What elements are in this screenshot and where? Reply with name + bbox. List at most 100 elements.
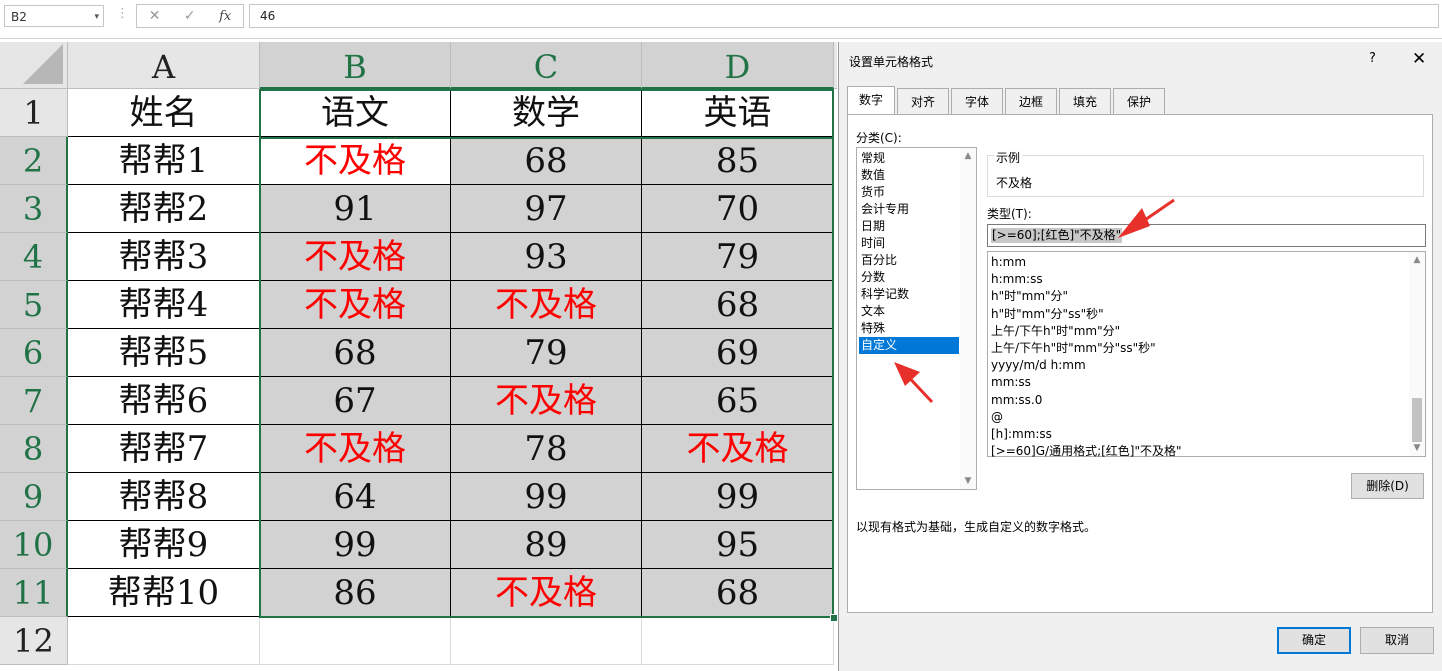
cell-c1[interactable]: 数学 [451,89,642,137]
cell-a12[interactable] [68,617,260,665]
delete-button[interactable]: 删除(D) [1351,473,1424,499]
name-box[interactable]: B2 ▾ [4,5,104,27]
cell-b7[interactable]: 67 [260,377,451,425]
cell-c9[interactable]: 99 [451,473,642,521]
close-button[interactable]: ✕ [1412,49,1426,69]
cell-c4[interactable]: 93 [451,233,642,281]
cell-c5[interactable]: 不及格 [451,281,642,329]
column-header-d[interactable]: D [642,42,834,89]
cell-b5[interactable]: 不及格 [260,281,451,329]
chevron-down-icon[interactable]: ▾ [94,6,99,28]
category-item[interactable]: 百分比 [859,252,959,269]
cell-d12[interactable] [642,617,834,665]
column-header-b[interactable]: B [260,42,451,89]
row-header-10[interactable]: 10 [0,521,68,569]
category-item[interactable]: 时间 [859,235,959,252]
tab-font[interactable]: 字体 [951,88,1003,114]
insert-function-icon[interactable]: fx [219,9,231,24]
category-item[interactable]: 日期 [859,218,959,235]
cell-c11[interactable]: 不及格 [451,569,642,617]
scroll-down-icon[interactable]: ▼ [1409,440,1425,456]
cell-c10[interactable]: 89 [451,521,642,569]
cell-d5[interactable]: 68 [642,281,834,329]
formula-input[interactable]: 46 [249,4,1439,28]
cell-b6[interactable]: 68 [260,329,451,377]
type-list-item[interactable]: h:mm:ss [991,271,1043,288]
cancel-icon[interactable]: ✕ [149,8,161,24]
row-header-7[interactable]: 7 [0,377,68,425]
cell-a4[interactable]: 帮帮3 [68,233,260,281]
fill-handle[interactable] [830,614,837,622]
scroll-down-icon[interactable]: ▼ [960,473,976,489]
tab-protection[interactable]: 保护 [1113,88,1165,114]
category-item[interactable]: 常规 [859,150,959,167]
cell-a9[interactable]: 帮帮8 [68,473,260,521]
type-list-item[interactable]: [>=60]G/通用格式;[红色]"不及格" [991,443,1182,460]
row-header-9[interactable]: 9 [0,473,68,521]
cancel-button[interactable]: 取消 [1360,627,1434,654]
scroll-up-icon[interactable]: ▲ [1409,252,1425,268]
cell-a3[interactable]: 帮帮2 [68,185,260,233]
type-list-item[interactable]: mm:ss [991,374,1031,391]
tab-alignment[interactable]: 对齐 [897,88,949,114]
cell-b12[interactable] [260,617,451,665]
cell-d10[interactable]: 95 [642,521,834,569]
category-item[interactable]: 文本 [859,303,959,320]
cell-c6[interactable]: 79 [451,329,642,377]
row-header-8[interactable]: 8 [0,425,68,473]
row-header-4[interactable]: 4 [0,233,68,281]
tab-number[interactable]: 数字 [847,86,895,114]
cell-b1[interactable]: 语文 [260,89,451,137]
scroll-up-icon[interactable]: ▲ [960,148,976,164]
scroll-thumb[interactable] [1412,398,1422,442]
row-header-3[interactable]: 3 [0,185,68,233]
column-header-c[interactable]: C [451,42,642,89]
enter-icon[interactable]: ✓ [184,8,196,24]
type-list-item[interactable]: mm:ss.0 [991,392,1042,409]
type-list-item[interactable]: h"时"mm"分" [991,288,1068,305]
tab-fill[interactable]: 填充 [1059,88,1111,114]
row-header-5[interactable]: 5 [0,281,68,329]
select-all-corner[interactable] [0,42,68,89]
cell-d6[interactable]: 69 [642,329,834,377]
type-input[interactable]: [>=60];[红色]"不及格" [987,224,1426,247]
category-list[interactable]: ▲ ▼ 常规 数值 货币 会计专用 日期 时间 百分比 分数 科学记数 文本 特殊 自定义 [856,147,977,490]
cell-d2[interactable]: 85 [642,137,834,185]
cell-a6[interactable]: 帮帮5 [68,329,260,377]
tab-border[interactable]: 边框 [1005,88,1057,114]
type-list[interactable]: ▲ ▼ h:mm h:mm:ss h"时"mm"分" h"时"mm"分"ss"秒" 上午… [987,251,1426,460]
cell-d7[interactable]: 65 [642,377,834,425]
cell-d3[interactable]: 70 [642,185,834,233]
cell-a11[interactable]: 帮帮10 [68,569,260,617]
type-list-item[interactable]: h:mm [991,254,1026,271]
cell-c7[interactable]: 不及格 [451,377,642,425]
cell-b2[interactable]: 不及格 [260,137,451,185]
row-header-11[interactable]: 11 [0,569,68,617]
type-list-item[interactable]: yyyy/m/d h:mm [991,357,1086,374]
cell-a1[interactable]: 姓名 [68,89,260,137]
cell-b9[interactable]: 64 [260,473,451,521]
cell-a8[interactable]: 帮帮7 [68,425,260,473]
type-list-item[interactable]: h"时"mm"分"ss"秒" [991,306,1104,323]
cell-a10[interactable]: 帮帮9 [68,521,260,569]
type-list-item[interactable]: 上午/下午h"时"mm"分"ss"秒" [991,340,1156,357]
cell-c8[interactable]: 78 [451,425,642,473]
category-item[interactable]: 货币 [859,184,959,201]
cell-d1[interactable]: 英语 [642,89,834,137]
category-item[interactable]: 科学记数 [859,286,959,303]
row-header-1[interactable]: 1 [0,89,68,137]
cell-a7[interactable]: 帮帮6 [68,377,260,425]
cell-b3[interactable]: 91 [260,185,451,233]
ok-button[interactable]: 确定 [1277,627,1351,654]
cell-d11[interactable]: 68 [642,569,834,617]
cell-b11[interactable]: 86 [260,569,451,617]
cell-b8[interactable]: 不及格 [260,425,451,473]
cell-b4[interactable]: 不及格 [260,233,451,281]
cell-d4[interactable]: 79 [642,233,834,281]
category-item[interactable]: 自定义 [859,337,959,354]
type-list-item[interactable]: [h]:mm:ss [991,426,1052,443]
cell-d9[interactable]: 99 [642,473,834,521]
cell-c12[interactable] [451,617,642,665]
cell-a2[interactable]: 帮帮1 [68,137,260,185]
cell-b10[interactable]: 99 [260,521,451,569]
